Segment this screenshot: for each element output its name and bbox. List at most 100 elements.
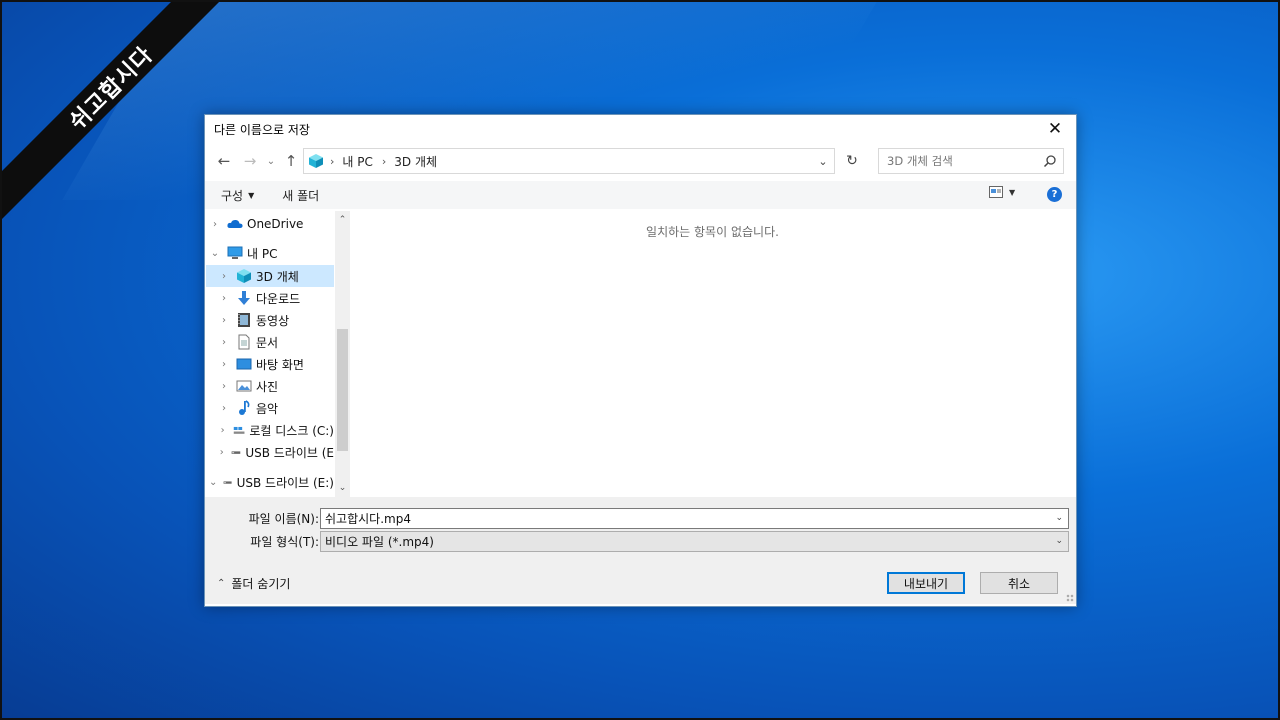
sidebar-item-this-pc[interactable]: ⌄ 내 PC [206, 242, 334, 264]
sidebar-item-desktop[interactable]: › 바탕 화면 [206, 353, 334, 375]
recent-locations-button[interactable]: ⌄ [263, 149, 279, 173]
sidebar-item-label: 3D 개체 [256, 269, 299, 284]
resize-grip[interactable] [1066, 594, 1074, 602]
close-button[interactable]: ✕ [1034, 115, 1076, 143]
sidebar-item-pictures[interactable]: › 사진 [206, 375, 334, 397]
address-bar[interactable]: › 내 PC › 3D 개체 ⌄ [303, 148, 835, 174]
sidebar-item-usb-drive[interactable]: › USB 드라이브 (E [206, 441, 334, 463]
sidebar-item-onedrive[interactable]: › OneDrive [206, 213, 334, 235]
sidebar-item-3d-objects[interactable]: › 3D 개체 [206, 265, 334, 287]
usb-drive-icon [232, 451, 241, 454]
cloud-icon [227, 219, 243, 228]
navigation-scrollbar[interactable]: ⌃ ⌄ [335, 211, 350, 497]
video-icon [238, 313, 250, 327]
forward-arrow-icon: → [243, 152, 257, 170]
hide-folders-button[interactable]: ⌃ 폴더 숨기기 [217, 575, 290, 592]
new-folder-button[interactable]: 새 폴더 [282, 187, 319, 204]
forward-button[interactable]: → [239, 149, 261, 173]
usb-drive-icon [223, 481, 233, 484]
save-as-dialog: 다른 이름으로 저장 ✕ ← → ⌄ ↑ › 내 PC › 3D 개체 ⌄ ↻ … [204, 114, 1077, 607]
change-view-button[interactable]: ▼ [989, 186, 1015, 198]
cancel-button[interactable]: 취소 [980, 572, 1058, 594]
navigation-pane: › OneDrive ⌄ 내 PC › 3D 개체 › 다운로드 › 동영상 ›… [206, 211, 349, 497]
sidebar-item-documents[interactable]: › 문서 [206, 331, 334, 353]
file-type-row: 파일 형식(T): 비디오 파일 (*.mp4) ⌄ [205, 530, 1076, 552]
chevron-right-icon: › [222, 402, 226, 414]
empty-message: 일치하는 항목이 없습니다. [646, 225, 779, 239]
breadcrumb-separator: › [330, 154, 335, 168]
sidebar-item-label: 동영상 [256, 313, 290, 328]
scroll-up-icon[interactable]: ⌃ [335, 213, 350, 227]
search-input[interactable]: 3D 개체 검색 [878, 148, 1064, 174]
sidebar-item-label: 바탕 화면 [256, 357, 304, 372]
scroll-down-icon[interactable]: ⌄ [335, 481, 350, 495]
up-arrow-icon: ↑ [284, 152, 298, 170]
desktop-icon [236, 358, 252, 370]
search-placeholder: 3D 개체 검색 [887, 154, 953, 168]
3d-objects-icon [237, 269, 251, 283]
document-icon [238, 334, 250, 350]
chevron-down-icon: ⌄ [1055, 536, 1063, 546]
chevron-right-icon: › [222, 270, 226, 282]
back-button[interactable]: ← [213, 149, 235, 173]
new-folder-label: 새 폴더 [282, 188, 320, 203]
file-list[interactable]: 일치하는 항목이 없습니다. [351, 211, 1074, 497]
sidebar-item-label: 문서 [256, 335, 279, 350]
file-type-select[interactable]: 비디오 파일 (*.mp4) ⌄ [320, 530, 1069, 552]
chevron-down-icon[interactable]: ⌄ [1055, 513, 1063, 523]
up-button[interactable]: ↑ [280, 149, 302, 173]
download-icon [238, 291, 250, 305]
refresh-icon: ↻ [846, 153, 858, 169]
breadcrumb-separator: › [381, 154, 387, 168]
chevron-right-icon: › [213, 218, 217, 230]
chevron-down-icon: ⌄ [266, 155, 276, 167]
command-toolbar: 구성 ▼ 새 폴더 ▼ ? [205, 181, 1076, 209]
hide-folders-label: 폴더 숨기기 [231, 577, 291, 591]
scrollbar-thumb[interactable] [337, 329, 348, 451]
3d-objects-icon [309, 154, 323, 168]
search-icon [1043, 155, 1056, 168]
sidebar-item-label: USB 드라이브 (E [245, 445, 334, 460]
caret-down-icon: ▼ [248, 190, 255, 200]
music-icon [239, 400, 250, 415]
chevron-right-icon: › [222, 380, 226, 392]
sidebar-item-label: 음악 [256, 401, 279, 416]
sidebar-item-downloads[interactable]: › 다운로드 [206, 287, 334, 309]
export-button[interactable]: 내보내기 [887, 572, 965, 594]
help-icon: ? [1051, 189, 1058, 200]
file-type-label: 파일 형식(T): [250, 534, 319, 549]
refresh-button[interactable]: ↻ [840, 150, 864, 172]
export-button-label: 내보내기 [903, 576, 949, 591]
sidebar-item-label: 다운로드 [256, 291, 301, 306]
sidebar-item-videos[interactable]: › 동영상 [206, 309, 334, 331]
chevron-right-icon: › [222, 336, 226, 348]
help-button[interactable]: ? [1047, 187, 1062, 202]
chevron-down-icon: ⌄ [818, 154, 828, 168]
local-disk-icon [233, 426, 245, 434]
sidebar-item-local-disk[interactable]: › 로컬 디스크 (C:) [206, 419, 334, 441]
file-name-input[interactable]: 쉬고합시다.mp4 ⌄ [320, 507, 1069, 529]
breadcrumb-3d-objects[interactable]: 3D 개체 [394, 153, 437, 170]
chevron-right-icon: › [220, 424, 225, 436]
address-dropdown-button[interactable]: ⌄ [812, 149, 834, 173]
save-options-panel: 파일 이름(N): 쉬고합시다.mp4 ⌄ 파일 형식(T): 비디오 파일 (… [205, 497, 1076, 604]
sidebar-item-label: 내 PC [247, 246, 278, 261]
sidebar-item-label: OneDrive [247, 217, 304, 231]
sidebar-item-usb-drive-root[interactable]: ⌄ USB 드라이브 (E:) [206, 471, 334, 493]
picture-icon [236, 380, 252, 392]
dialog-title: 다른 이름으로 저장 [214, 122, 310, 137]
sidebar-item-label: 로컬 디스크 (C:) [249, 423, 334, 438]
chevron-right-icon: › [219, 446, 224, 458]
chevron-right-icon: › [222, 358, 226, 370]
organize-label: 구성 [221, 188, 244, 203]
back-arrow-icon: ← [217, 152, 231, 170]
chevron-down-icon: ⌄ [209, 476, 218, 488]
caret-down-icon: ▼ [1009, 187, 1016, 197]
chevron-right-icon: › [222, 314, 226, 326]
breadcrumb-this-pc[interactable]: 내 PC [342, 153, 372, 170]
chevron-down-icon: ⌄ [210, 247, 220, 259]
close-icon: ✕ [1047, 119, 1063, 139]
watermark-text: 쉬고합시다 [65, 42, 159, 136]
organize-button[interactable]: 구성 ▼ [221, 187, 254, 204]
sidebar-item-music[interactable]: › 음악 [206, 397, 334, 419]
